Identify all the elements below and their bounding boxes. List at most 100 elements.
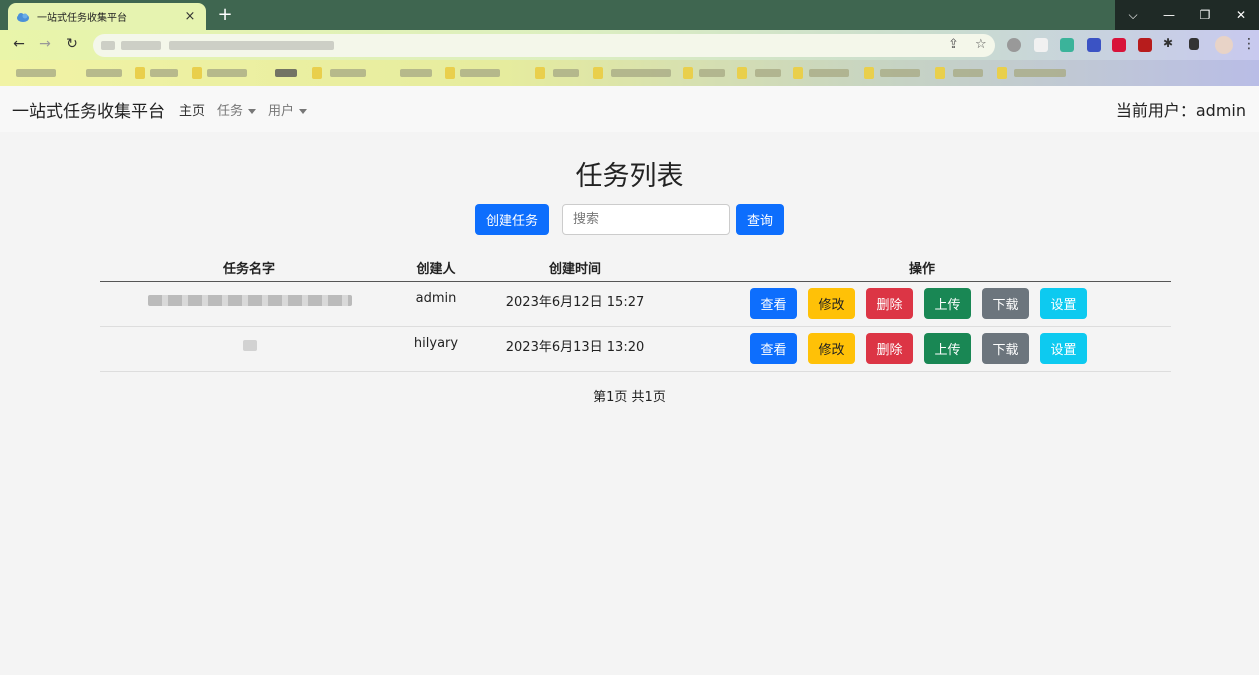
task-created-time: 2023年6月12日 15:27 [505, 295, 645, 310]
bookmark-item[interactable] [86, 69, 122, 77]
cloud-favicon-icon [16, 10, 30, 24]
bookmark-item[interactable] [699, 69, 725, 77]
view-button[interactable]: 查看 [750, 333, 797, 364]
download-button[interactable]: 下载 [982, 333, 1029, 364]
search-input[interactable] [562, 204, 730, 235]
edit-button[interactable]: 修改 [808, 333, 855, 364]
url-blurred [121, 41, 161, 50]
share-icon[interactable]: ⇪ [948, 37, 959, 52]
bookmark-item[interactable] [953, 69, 983, 77]
url-blurred [169, 41, 334, 50]
bookmark-item[interactable] [611, 69, 671, 77]
delete-button[interactable]: 删除 [866, 333, 913, 364]
row-actions: 查看 修改 删除 上传 下载 设置 [750, 333, 1087, 364]
bookmark-star-icon[interactable]: ☆ [975, 37, 987, 52]
extension-icon[interactable] [1087, 38, 1101, 52]
bookmark-item[interactable] [880, 69, 920, 77]
settings-button[interactable]: 设置 [1040, 333, 1087, 364]
extension-icon[interactable] [1034, 38, 1048, 52]
row-actions: 查看 修改 删除 上传 下载 设置 [750, 288, 1087, 319]
header-actions: 操作 [908, 262, 936, 277]
back-arrow-icon[interactable]: ← [10, 36, 28, 52]
delete-button[interactable]: 删除 [866, 288, 913, 319]
bookmark-item[interactable] [553, 69, 579, 77]
folder-icon [864, 67, 874, 79]
reload-icon[interactable]: ↻ [63, 36, 81, 52]
bookmark-item[interactable] [809, 69, 849, 77]
new-tab-button[interactable]: + [216, 4, 234, 25]
page-title: 任务列表 [575, 161, 684, 192]
extension-icon[interactable] [1060, 38, 1074, 52]
extension-icon[interactable] [1112, 38, 1126, 52]
folder-icon [135, 67, 145, 79]
folder-icon [935, 67, 945, 79]
task-created-time: 2023年6月13日 13:20 [505, 340, 645, 355]
bookmark-item[interactable] [755, 69, 781, 77]
address-bar[interactable]: ⇪ ☆ [93, 34, 995, 57]
nav-home-link[interactable]: 主页 [179, 100, 205, 119]
header-created-time: 创建时间 [548, 262, 602, 277]
header-creator: 创建人 [416, 262, 456, 277]
download-button[interactable]: 下载 [982, 288, 1029, 319]
side-panel-icon[interactable] [1189, 38, 1199, 50]
upload-button[interactable]: 上传 [924, 333, 971, 364]
folder-icon [312, 67, 322, 79]
create-task-button[interactable]: 创建任务 [475, 204, 549, 235]
forward-arrow-icon[interactable]: → [36, 36, 54, 52]
restore-button[interactable]: ❐ [1187, 0, 1223, 30]
folder-icon [535, 67, 545, 79]
current-user-label: 当前用户：admin [1115, 101, 1246, 120]
browser-tab[interactable]: 一站式任务收集平台 × [8, 3, 206, 30]
site-info-icon[interactable] [101, 41, 115, 50]
bookmark-item[interactable] [16, 69, 56, 77]
bookmark-item[interactable] [330, 69, 366, 77]
table-header: 任务名字 创建人 创建时间 操作 [100, 252, 1171, 282]
task-name-blurred[interactable] [243, 340, 257, 351]
profile-avatar[interactable] [1215, 36, 1233, 54]
extension-icon[interactable] [1007, 38, 1021, 52]
folder-icon [683, 67, 693, 79]
bookmark-item[interactable] [460, 69, 500, 77]
nav-users-label: 用户 [268, 103, 295, 119]
browser-toolbar: ← → ↻ ⇪ ☆ ✱ ⋮ [0, 30, 1259, 60]
minimize-button[interactable]: — [1151, 0, 1187, 30]
query-button[interactable]: 查询 [736, 204, 784, 235]
main-content: 任务列表 创建任务 查询 任务名字 创建人 创建时间 操作 admin 2023… [0, 132, 1259, 675]
bookmark-item[interactable] [275, 69, 297, 77]
folder-icon [793, 67, 803, 79]
task-creator: admin [415, 291, 457, 306]
task-table: 任务名字 创建人 创建时间 操作 admin 2023年6月12日 15:27 … [100, 252, 1171, 372]
folder-icon [737, 67, 747, 79]
puzzle-extensions-icon[interactable]: ✱ [1163, 36, 1177, 50]
bookmark-item[interactable] [1014, 69, 1066, 77]
bookmark-item[interactable] [150, 69, 178, 77]
tab-close-icon[interactable]: × [182, 9, 198, 24]
bookmarks-bar [0, 60, 1259, 86]
view-button[interactable]: 查看 [750, 288, 797, 319]
task-name-blurred[interactable] [148, 295, 352, 306]
tab-search-icon[interactable]: ⌵ [1115, 0, 1151, 30]
pagination-info: 第1页 共1页 [593, 390, 666, 405]
close-window-button[interactable]: ✕ [1223, 0, 1259, 30]
folder-icon [192, 67, 202, 79]
table-row: hilyary 2023年6月13日 13:20 查看 修改 删除 上传 下载 … [100, 327, 1171, 372]
extension-icon[interactable] [1138, 38, 1152, 52]
menu-kebab-icon[interactable]: ⋮ [1240, 36, 1258, 52]
edit-button[interactable]: 修改 [808, 288, 855, 319]
settings-button[interactable]: 设置 [1040, 288, 1087, 319]
bookmark-item[interactable] [207, 69, 247, 77]
window-controls: ⌵ — ❐ ✕ [1115, 0, 1259, 30]
nav-tasks-dropdown[interactable]: 任务 [217, 100, 257, 119]
caret-down-icon [248, 108, 257, 114]
folder-icon [997, 67, 1007, 79]
caret-down-icon [299, 108, 308, 114]
app-navbar: 一站式任务收集平台 主页 任务 用户 当前用户：admin [0, 86, 1259, 132]
folder-icon [445, 67, 455, 79]
tab-title: 一站式任务收集平台 [37, 13, 127, 24]
nav-users-dropdown[interactable]: 用户 [268, 100, 308, 119]
brand-title[interactable]: 一站式任务收集平台 [12, 97, 165, 122]
bookmark-item[interactable] [400, 69, 432, 77]
task-creator: hilyary [413, 336, 459, 351]
upload-button[interactable]: 上传 [924, 288, 971, 319]
browser-titlebar: 一站式任务收集平台 × + ⌵ — ❐ ✕ [0, 0, 1259, 30]
